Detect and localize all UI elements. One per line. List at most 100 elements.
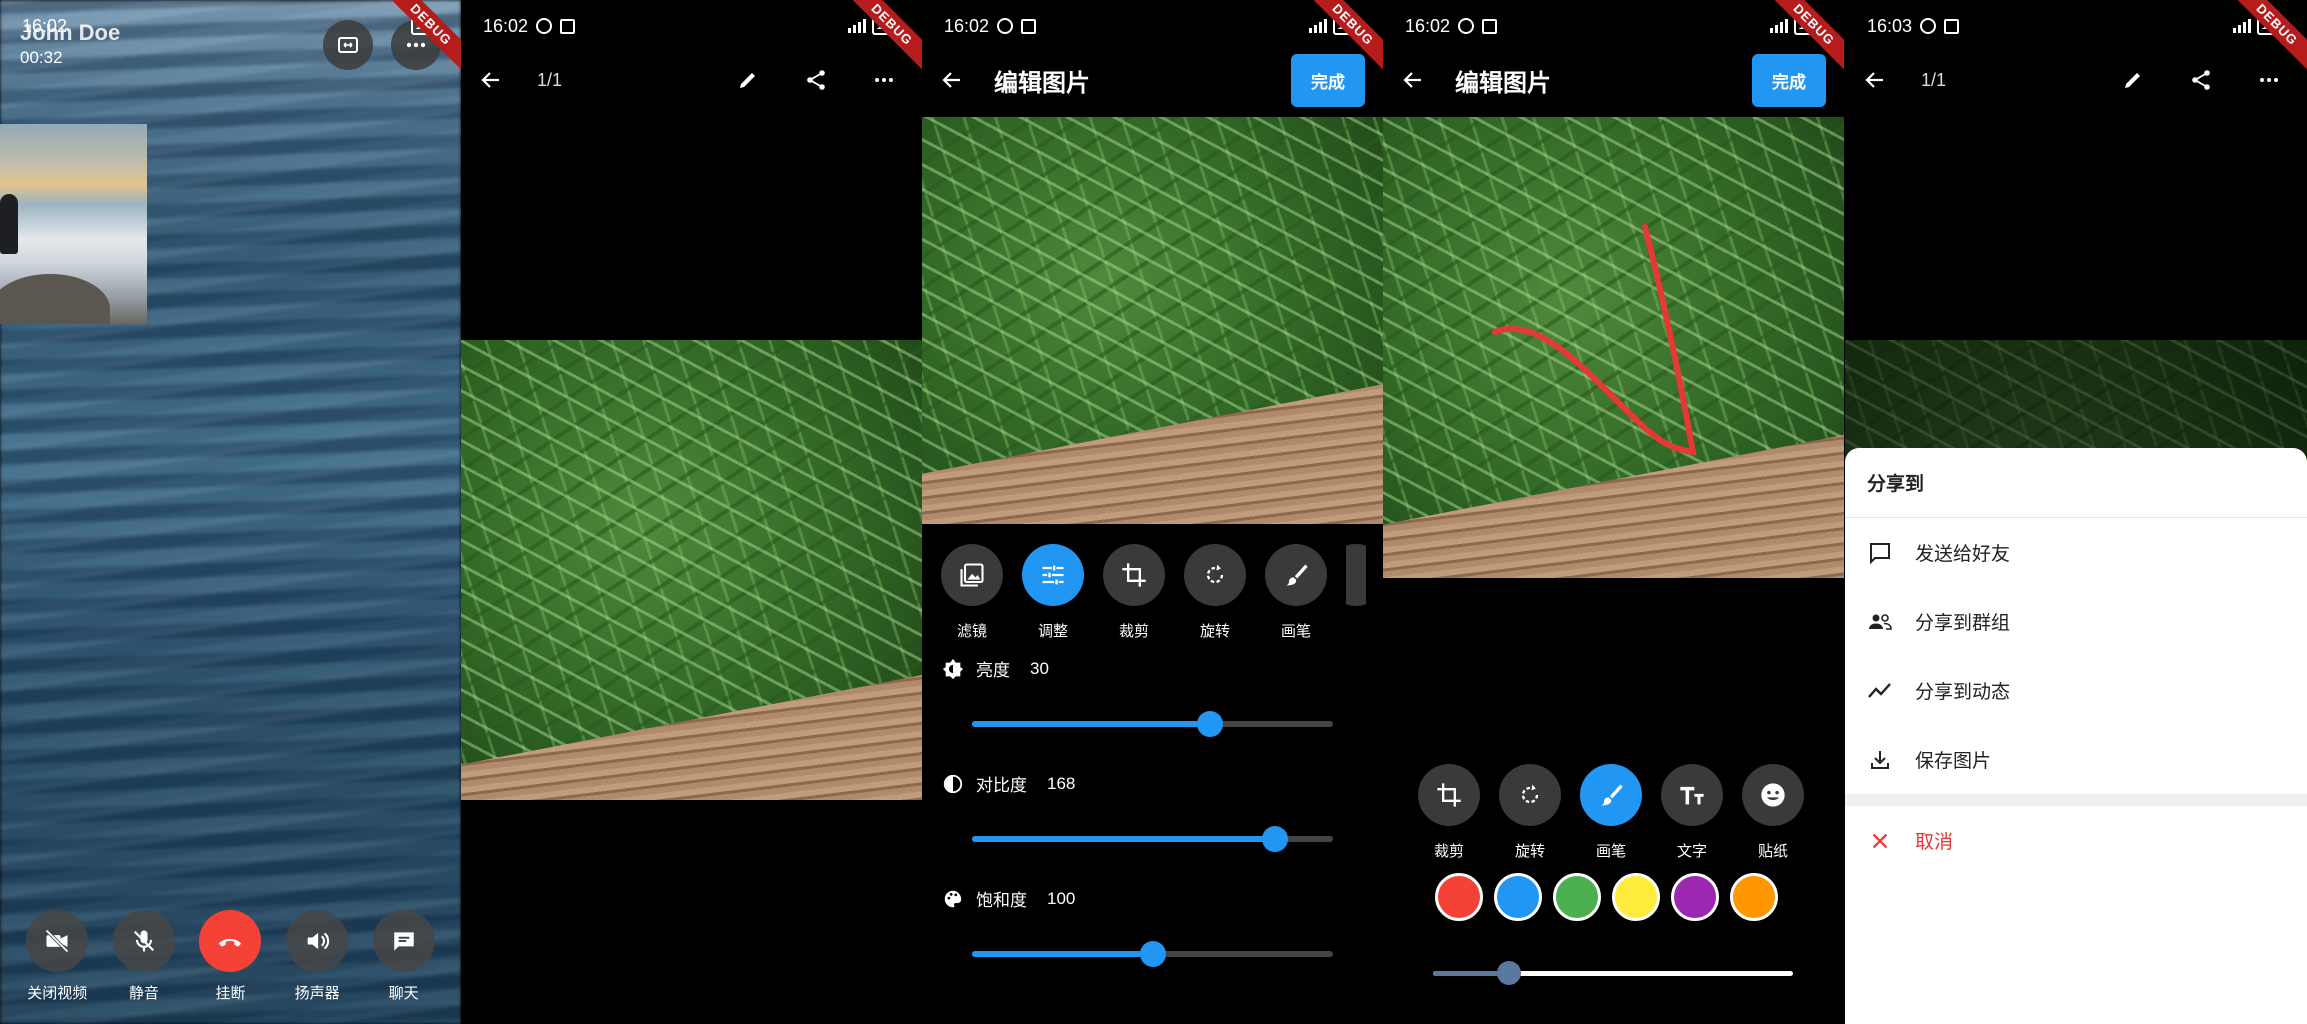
share-icon — [2192, 70, 2210, 90]
video-off-button[interactable]: 关闭视频 — [17, 910, 97, 1003]
share-button[interactable] — [2181, 60, 2221, 100]
back-arrow-icon[interactable] — [479, 68, 503, 92]
edit-button[interactable] — [2113, 60, 2153, 100]
tune-icon — [1042, 565, 1064, 585]
speaker-label: 扬声器 — [294, 985, 340, 1002]
page-indicator: 1/1 — [537, 69, 563, 90]
crop-icon — [1437, 783, 1461, 807]
share-button[interactable] — [796, 60, 836, 100]
chat-label: 聊天 — [388, 985, 419, 1002]
color-swatch-purple[interactable] — [1671, 873, 1719, 921]
image-draw-screen: 16:02 100 DEBUG 编辑图片 完成 裁剪 旋转 画笔 文字 — [1383, 0, 1844, 1024]
color-swatch-blue[interactable] — [1494, 873, 1542, 921]
share-sheet-screen: 16:03 100 DEBUG 1/1 分享到 发送给好友 分享到群组 分享到动… — [1845, 0, 2307, 1024]
photo-green-beans — [922, 117, 1383, 524]
eye-icon — [1920, 18, 1937, 34]
brightness-slider-thumb[interactable] — [1197, 711, 1224, 737]
mute-button[interactable]: 静音 — [104, 910, 184, 1003]
tool-crop[interactable]: 裁剪 — [1103, 544, 1165, 641]
speaker-button[interactable]: 扬声器 — [277, 910, 357, 1003]
color-swatch-red[interactable] — [1435, 873, 1483, 921]
tool-rotate[interactable]: 旋转 — [1184, 544, 1246, 641]
share-cancel-label: 取消 — [1915, 832, 1954, 853]
local-video-preview[interactable] — [0, 124, 147, 324]
video-call-screen: 16:02 100 DEBUG John Doe 00:32 关闭视频 静音 挂… — [0, 0, 461, 1024]
hangup-icon — [219, 938, 242, 947]
hangup-button[interactable]: 挂断 — [190, 910, 270, 1003]
share-item-save[interactable]: 保存图片 — [1845, 725, 2307, 794]
brush-size-thumb[interactable] — [1496, 961, 1521, 985]
tool-brush[interactable]: 画笔 — [1580, 764, 1642, 861]
drawing-canvas[interactable] — [1383, 117, 1844, 578]
status-time: 16:02 — [1405, 15, 1451, 36]
close-icon — [1872, 833, 1888, 848]
contrast-control: 对比度 168 — [942, 771, 1363, 852]
edit-button[interactable] — [728, 60, 768, 100]
share-cancel-button[interactable]: 取消 — [1845, 806, 2307, 875]
tool-text[interactable]: 文字 — [1661, 764, 1723, 861]
tool-adjust[interactable]: 调整 — [1022, 544, 1084, 641]
tool-brush[interactable]: 画笔 — [1265, 544, 1327, 641]
brush-icon — [1285, 564, 1308, 586]
debug-banner: DEBUG — [1754, 0, 1844, 90]
saturation-label: 饱和度 — [976, 891, 1027, 910]
share-item-moments-label: 分享到动态 — [1915, 682, 2011, 703]
brightness-value: 30 — [1030, 658, 1049, 678]
share-icon — [807, 70, 825, 90]
share-item-group[interactable]: 分享到群组 — [1845, 587, 2307, 656]
contrast-slider-thumb[interactable] — [1262, 826, 1289, 852]
contrast-slider[interactable] — [972, 826, 1333, 852]
chat-button[interactable]: 聊天 — [364, 910, 444, 1003]
brightness-control: 亮度 30 — [942, 656, 1363, 737]
nfc-icon — [560, 18, 576, 34]
mic-off-icon — [133, 930, 154, 952]
status-time: 16:03 — [1867, 15, 1913, 36]
tool-filter[interactable]: 滤镜 — [941, 544, 1003, 641]
color-swatch-yellow[interactable] — [1612, 873, 1660, 921]
share-item-friend[interactable]: 发送给好友 — [1845, 518, 2307, 587]
text-icon — [1680, 786, 1704, 805]
page-indicator: 1/1 — [1921, 69, 1947, 90]
tool-crop-label: 裁剪 — [1118, 623, 1149, 640]
brush-icon — [1600, 784, 1623, 806]
share-bottom-sheet: 分享到 发送给好友 分享到群组 分享到动态 保存图片 取消 — [1845, 448, 2307, 1024]
tool-crop[interactable]: 裁剪 — [1418, 764, 1480, 861]
video-off-label: 关闭视频 — [27, 985, 88, 1002]
share-item-friend-label: 发送给好友 — [1915, 544, 2011, 565]
photo-green-beans[interactable] — [461, 340, 922, 800]
tool-crop-label: 裁剪 — [1433, 843, 1464, 860]
rotate-icon — [1206, 564, 1224, 584]
share-item-moments[interactable]: 分享到动态 — [1845, 656, 2307, 725]
back-arrow-icon[interactable] — [1401, 68, 1425, 92]
color-swatch-orange[interactable] — [1730, 873, 1778, 921]
saturation-slider[interactable] — [972, 941, 1333, 967]
crop-icon — [1122, 563, 1146, 587]
brush-size-slider[interactable] — [1433, 961, 1793, 985]
back-arrow-icon[interactable] — [1863, 68, 1887, 92]
tool-rotate-label: 旋转 — [1199, 623, 1230, 640]
color-swatch-green[interactable] — [1553, 873, 1601, 921]
tool-rotate-label: 旋转 — [1514, 843, 1545, 860]
brightness-slider[interactable] — [972, 711, 1333, 737]
tool-rotate[interactable]: 旋转 — [1499, 764, 1561, 861]
debug-banner: DEBUG — [371, 0, 461, 90]
palette-icon — [944, 890, 962, 907]
image-viewer-screen: 16:02 100 DEBUG 1/1 — [461, 0, 922, 1024]
eye-icon — [536, 18, 553, 34]
eye-icon — [1458, 18, 1475, 34]
tool-overflow[interactable] — [1346, 544, 1366, 641]
debug-banner: DEBUG — [1293, 0, 1383, 90]
page-title: 编辑图片 — [994, 69, 1090, 97]
back-arrow-icon[interactable] — [940, 68, 964, 92]
videocam-off-icon — [45, 929, 70, 953]
download-icon — [1871, 750, 1889, 769]
editor-tool-row: 滤镜 调整 裁剪 旋转 画笔 — [941, 544, 1366, 641]
tool-sticker[interactable]: 贴纸 — [1742, 764, 1804, 861]
saturation-slider-thumb[interactable] — [1139, 941, 1166, 967]
share-item-save-label: 保存图片 — [1915, 751, 1992, 772]
contrast-label: 对比度 — [976, 776, 1027, 795]
status-time: 16:02 — [483, 15, 529, 36]
red-brush-stroke — [1492, 224, 1697, 456]
debug-banner: DEBUG — [832, 0, 922, 90]
brightness-icon — [942, 658, 964, 679]
